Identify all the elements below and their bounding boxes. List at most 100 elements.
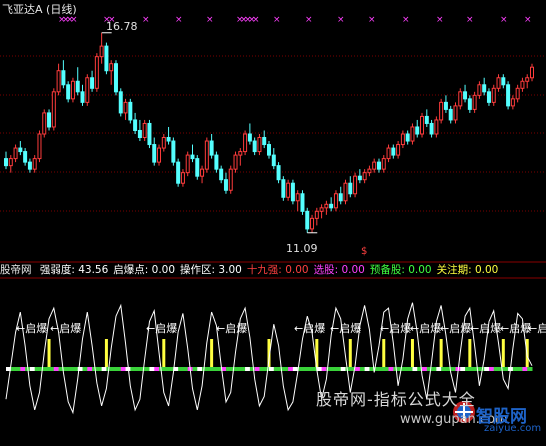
band-segment [197, 367, 203, 371]
candle-body [367, 168, 372, 174]
candle-body [362, 172, 367, 181]
candle-body [376, 161, 381, 170]
band-segment [307, 367, 313, 371]
signal-x-mark: × [500, 15, 508, 25]
band-segment [44, 367, 50, 371]
candle-body [520, 80, 525, 89]
candle-body [104, 45, 109, 72]
band-segment [345, 367, 351, 371]
candle-body [491, 87, 496, 103]
signal-bar [439, 339, 443, 367]
indicator-item-1: 启爆点: 0.00 [113, 264, 176, 276]
band-segment [503, 367, 509, 371]
candle-body [391, 147, 396, 156]
candle-body [429, 122, 434, 135]
candle-body [176, 161, 181, 184]
band-segment [316, 367, 323, 371]
candle-body [372, 161, 377, 170]
candle-body [333, 193, 338, 209]
indicator-name: 股帝网 [0, 264, 32, 276]
band-segment [407, 367, 413, 371]
watermark-title: 股帝网-指标公式大全 [316, 390, 476, 409]
band-segment [154, 367, 160, 371]
band-segment [111, 367, 117, 371]
candle-body [286, 182, 291, 198]
candle-body [525, 77, 530, 82]
stock-chart-window[interactable]: × × × × × × × × × × × × × × × × × × × × × × × ←启爆 ←启爆 ←启爆 ←启爆 ←启爆 ←启… [0, 0, 546, 446]
candle-body [94, 56, 99, 89]
band-segment [144, 367, 150, 371]
candle-body [180, 172, 185, 184]
candlestick-panel[interactable]: ×××× ×× × × × ××××× × × × × × × × × ×←启爆 ←启爆 ←启爆 ←启爆 ←启爆 ←启… [0, 0, 546, 446]
candle-body [424, 115, 429, 124]
candle-body [13, 147, 18, 160]
candle-body [147, 122, 152, 146]
candle-body [510, 98, 515, 107]
band-segment [522, 367, 528, 371]
band-segment [484, 367, 490, 371]
band-segment [488, 367, 495, 371]
band-segment [249, 367, 256, 371]
band-segment [182, 367, 189, 371]
candle-body [448, 108, 453, 121]
candle-body [467, 98, 472, 110]
candle-body [8, 158, 13, 167]
indicator-item-3: 十九强: 0.00 [246, 264, 309, 276]
candle-body [233, 154, 238, 170]
candle-body [271, 154, 276, 167]
candle-body [243, 133, 248, 153]
candle-body [37, 133, 42, 160]
band-segment [29, 367, 36, 371]
candle-body [434, 119, 439, 135]
band-segment [527, 367, 533, 371]
candle-body [300, 193, 305, 212]
candle-body [61, 70, 66, 86]
band-segment [302, 367, 308, 371]
candle-body [515, 87, 520, 100]
candle-body [486, 91, 491, 103]
band-segment [245, 367, 251, 371]
candle-body [128, 101, 133, 121]
candle-body [463, 91, 468, 100]
band-segment [469, 367, 476, 371]
candle-body [23, 151, 28, 163]
signal-label: ←启爆 [500, 321, 531, 335]
candle-body [262, 137, 267, 146]
band-segment [340, 367, 347, 371]
candle-body [109, 63, 114, 72]
band-segment [135, 367, 141, 371]
band-segment [163, 367, 170, 371]
band-segment [63, 367, 69, 371]
candle-body [357, 175, 362, 181]
band-segment [72, 367, 79, 371]
band-segment [130, 367, 136, 371]
band-segment [273, 367, 280, 371]
candle-body [152, 144, 157, 163]
candle-body [42, 112, 47, 135]
band-segment [402, 367, 409, 371]
candle-body [200, 168, 205, 177]
candle-body [223, 179, 228, 191]
signal-label: ←启爆 [50, 321, 81, 335]
signal-bar [501, 339, 505, 367]
candle-body [453, 105, 458, 121]
candle-body [70, 80, 75, 100]
signal-bar [468, 339, 472, 367]
band-segment [493, 367, 500, 371]
candle-body [496, 77, 501, 89]
band-segment [292, 367, 299, 371]
candle-body [214, 154, 219, 170]
signal-x-mark: × [252, 15, 260, 25]
band-segment [259, 367, 265, 371]
signal-x-mark: × [206, 15, 214, 25]
band-segment [364, 367, 370, 371]
band-segment [512, 367, 519, 371]
candle-body [90, 77, 95, 89]
candle-body [329, 203, 334, 209]
band-segment [422, 367, 428, 371]
band-segment [288, 367, 294, 371]
signal-bar [162, 339, 166, 367]
candle-body [47, 112, 52, 128]
candle-body [252, 140, 257, 153]
candle-body [238, 151, 243, 156]
